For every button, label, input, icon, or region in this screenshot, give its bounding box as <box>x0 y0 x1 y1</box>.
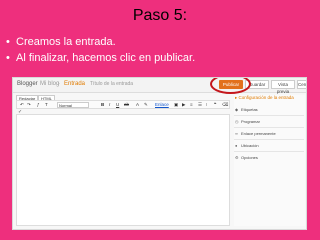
gear-icon: ⚙ <box>235 155 239 160</box>
heading-select[interactable]: Normal <box>57 102 89 108</box>
list-icon[interactable]: ⁝ <box>206 102 207 108</box>
section-title: Entrada <box>64 81 86 87</box>
post-body-editor[interactable] <box>16 114 230 226</box>
bullet-text: Al finalizar, hacemos clic en publicar. <box>16 52 196 64</box>
slide-title: Paso 5: <box>132 7 188 24</box>
schedule-item[interactable]: Programar <box>241 119 260 124</box>
text-color-icon[interactable]: A <box>136 102 139 108</box>
underline-button[interactable]: U <box>116 102 119 108</box>
preview-button[interactable]: Vista previa <box>271 80 295 94</box>
insert-video-icon[interactable]: ▶ <box>182 102 185 108</box>
divider <box>234 127 304 128</box>
options-item[interactable]: Opciones <box>241 155 258 160</box>
editor-header: Blogger Mi blog · Entrada Título de la e… <box>13 78 306 94</box>
bullet-item: • Al finalizar, hacemos clic en publicar. <box>6 50 195 66</box>
link-button[interactable]: Enlace <box>155 102 169 108</box>
bullet-dot: • <box>6 36 10 48</box>
post-title-input[interactable]: Título de la entrada <box>90 81 133 87</box>
tag-icon: ◆ <box>235 107 239 112</box>
format-toolbar: ↶ ↷ ƒ T Normal B I U ab A ✎ Enlace ▣ ▶ ≡… <box>16 100 230 109</box>
close-button[interactable]: Cerrar <box>297 80 306 89</box>
font-size-icon[interactable]: T <box>45 102 48 108</box>
divider <box>234 151 304 152</box>
strikethrough-icon[interactable]: ab <box>124 102 129 108</box>
redo-icon[interactable]: ↷ <box>27 102 31 108</box>
undo-icon[interactable]: ↶ <box>20 102 24 108</box>
post-settings-panel: ▸ Configuración de la entrada ◆ Etiqueta… <box>234 95 305 226</box>
jump-break-icon[interactable]: ≡ <box>190 102 193 108</box>
post-settings-title[interactable]: ▸ Configuración de la entrada <box>235 95 294 101</box>
blogger-editor-screenshot: Blogger Mi blog · Entrada Título de la e… <box>12 77 307 230</box>
italic-button[interactable]: I <box>109 102 110 108</box>
bullet-list: • Creamos la entrada. • Al finalizar, hace… <box>6 34 195 66</box>
blog-name[interactable]: Mi blog <box>40 81 59 87</box>
bullet-text: Creamos la entrada. <box>16 36 116 48</box>
breadcrumb-separator: · <box>58 81 60 87</box>
align-icon[interactable]: ☰ <box>198 102 202 108</box>
clock-icon: ◷ <box>235 119 239 124</box>
divider <box>234 139 304 140</box>
highlight-color-icon[interactable]: ✎ <box>144 102 148 108</box>
labels-item[interactable]: Etiquetas <box>241 107 258 112</box>
quote-icon[interactable]: ❝ <box>214 102 216 108</box>
blogger-logo[interactable]: Blogger <box>17 81 38 87</box>
divider <box>234 115 304 116</box>
permalink-item[interactable]: Enlace permanente <box>241 131 276 136</box>
font-family-icon[interactable]: ƒ <box>37 102 40 108</box>
bold-button[interactable]: B <box>101 102 104 108</box>
bullet-item: • Creamos la entrada. <box>6 34 195 50</box>
slide-background: Paso 5: • Creamos la entrada. • Al finaliz… <box>0 0 320 240</box>
location-icon: ● <box>235 143 238 148</box>
location-item[interactable]: Ubicación <box>241 143 259 148</box>
link-icon: ∞ <box>235 131 238 136</box>
clear-format-icon[interactable]: ⌫ <box>222 102 228 108</box>
insert-image-icon[interactable]: ▣ <box>174 102 178 108</box>
bullet-dot: • <box>6 52 10 64</box>
